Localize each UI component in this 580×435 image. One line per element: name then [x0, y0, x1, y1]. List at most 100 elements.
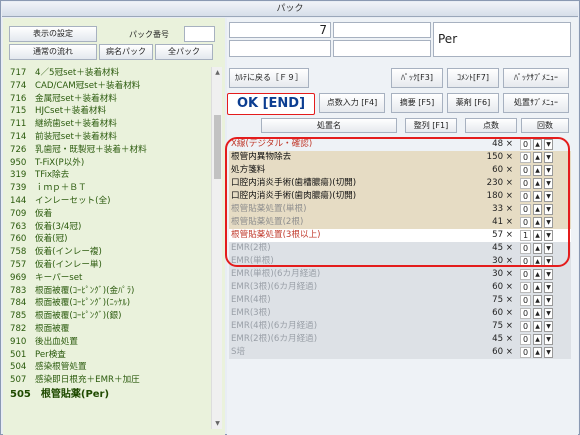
pack-list-item[interactable]: 726 乳歯冠・既製冠＋装着＋材料	[6, 144, 210, 157]
diagnosis-field[interactable]: Per	[433, 22, 571, 57]
treatment-submenu-button[interactable]: 処置ｻﾌﾞﾒﾆｭｰ	[503, 93, 569, 113]
all-pack-button[interactable]: 全パック	[155, 44, 213, 60]
treatment-count[interactable]: 0	[520, 347, 531, 358]
disease-pack-button[interactable]: 病名パック	[99, 44, 153, 60]
pack-list-item[interactable]: 950 T-FiX(P以外)	[6, 157, 210, 170]
pack-list-item[interactable]: 782 根面被覆	[6, 323, 210, 336]
pack-list-item[interactable]: 758 仮着(インレー複)	[6, 246, 210, 259]
window-title: パック	[2, 2, 578, 17]
treatment-row[interactable]: EMR(3根)(6カ月経過) 60 × 0 ▲ ▼	[229, 281, 571, 294]
header-count: 回数	[521, 118, 569, 133]
pack-list-item[interactable]: 504 感染根管処置	[6, 361, 210, 374]
treatment-name: EMR(2根)(6カ月経過)	[231, 334, 318, 344]
top-field-blank-1[interactable]	[229, 40, 331, 57]
pack-list-item[interactable]: 783 根面被覆(ｺｰﾋﾟﾝｸﾞ)(金ﾊﾟﾗ)	[6, 285, 210, 298]
pack-list-item[interactable]: 717 4／5冠set＋装着材料	[6, 67, 210, 80]
decrement-icon[interactable]: ▼	[544, 282, 553, 293]
pack-list-item[interactable]: 763 仮着(3/4冠)	[6, 221, 210, 234]
pack-list-item[interactable]: 319 TFix除去	[6, 169, 210, 182]
treatment-points: 45 ×	[492, 334, 513, 344]
pack-list-item[interactable]: 760 仮着(冠)	[6, 233, 210, 246]
treatment-count[interactable]: 0	[520, 308, 531, 319]
pack-f3-button[interactable]: ﾊﾟｯｸ[F3]	[391, 68, 443, 88]
treatment-row[interactable]: EMR(4根) 75 × 0 ▲ ▼	[229, 294, 571, 307]
treatment-row[interactable]: S培 60 × 0 ▲ ▼	[229, 346, 571, 359]
pack-list-item[interactable]: 774 CAD/CAM冠set＋装着材料	[6, 80, 210, 93]
highlight-frame	[225, 137, 570, 267]
treatment-row[interactable]: EMR(単根)(6カ月経過) 30 × 0 ▲ ▼	[229, 268, 571, 281]
pack-list-item[interactable]: 709 仮着	[6, 208, 210, 221]
increment-icon[interactable]: ▲	[533, 334, 542, 345]
increment-icon[interactable]: ▲	[533, 282, 542, 293]
treatment-name: EMR(単根)(6カ月経過)	[231, 269, 321, 279]
pack-list-item[interactable]: 715 HJCset＋装着材料	[6, 105, 210, 118]
treatment-name: EMR(4根)	[231, 295, 271, 305]
increment-icon[interactable]: ▲	[533, 321, 542, 332]
decrement-icon[interactable]: ▼	[544, 295, 553, 306]
treatment-points: 75 ×	[492, 295, 513, 305]
treatment-row[interactable]: EMR(3根) 60 × 0 ▲ ▼	[229, 307, 571, 320]
sort-f1-button[interactable]: 整列 [F1]	[405, 118, 457, 133]
ok-end-button[interactable]: OK [END]	[227, 93, 315, 115]
drug-f6-button[interactable]: 薬剤 [F6]	[447, 93, 499, 113]
decrement-icon[interactable]: ▼	[544, 308, 553, 319]
pack-list-item[interactable]: 501 Per検査	[6, 349, 210, 362]
pack-list-item[interactable]: 714 前装冠set＋装着材料	[6, 131, 210, 144]
comment-f7-button[interactable]: ｺﾒﾝﾄ[F7]	[447, 68, 499, 88]
pack-list-scrollbar[interactable]: ▲ ▼	[211, 67, 222, 429]
display-settings-button[interactable]: 表示の設定	[9, 26, 97, 42]
increment-icon[interactable]: ▲	[533, 347, 542, 358]
points-input-f4-button[interactable]: 点数入力 [F4]	[319, 93, 385, 113]
pack-submenu-button[interactable]: ﾊﾟｯｸｻﾌﾞﾒﾆｭｰ	[503, 68, 569, 88]
scroll-up-icon[interactable]: ▲	[213, 68, 222, 77]
pack-number-input[interactable]	[184, 26, 215, 42]
treatment-points: 60 ×	[492, 308, 513, 318]
pack-list-item[interactable]: 507 感染即日根充＋EMR＋加圧	[6, 374, 210, 387]
treatment-count[interactable]: 0	[520, 269, 531, 280]
treatment-row[interactable]: EMR(2根)(6カ月経過) 45 × 0 ▲ ▼	[229, 333, 571, 346]
increment-icon[interactable]: ▲	[533, 308, 542, 319]
treatment-name: S培	[231, 347, 246, 357]
pack-list-item[interactable]: 711 継続歯set＋装着材料	[6, 118, 210, 131]
treatment-points: 75 ×	[492, 321, 513, 331]
pack-list-item[interactable]: 969 キーパーset	[6, 272, 210, 285]
grid-header: 処置名 整列 [F1] 点数 回数	[229, 118, 569, 134]
scroll-down-icon[interactable]: ▼	[213, 419, 222, 428]
pack-list: 717 4／5冠set＋装着材料 774 CAD/CAM冠set＋装着材料 716 …	[6, 67, 210, 429]
treatment-count[interactable]: 0	[520, 321, 531, 332]
treatment-row[interactable]: EMR(4根)(6カ月経過) 75 × 0 ▲ ▼	[229, 320, 571, 333]
increment-icon[interactable]: ▲	[533, 295, 542, 306]
treatment-name: EMR(4根)(6カ月経過)	[231, 321, 318, 331]
treatment-count[interactable]: 0	[520, 295, 531, 306]
pack-list-item[interactable]: 716 金属冠set＋装着材料	[6, 93, 210, 106]
decrement-icon[interactable]: ▼	[544, 334, 553, 345]
return-to-chart-button[interactable]: ｶﾙﾃに戻る［Ｆ９］	[229, 68, 309, 88]
pack-window: パック 表示の設定 通常の流れ 病名パック 全パック パック番号 717 4／5…	[0, 0, 580, 435]
pack-list-item[interactable]: 505 根管貼薬(Per)	[6, 387, 210, 403]
header-points: 点数	[465, 118, 517, 133]
pack-list-item[interactable]: 144 インレーセット(全)	[6, 195, 210, 208]
header-treatment-name[interactable]: 処置名	[261, 118, 397, 133]
top-field-blank-3[interactable]	[333, 40, 431, 57]
summary-f5-button[interactable]: 摘要 [F5]	[391, 93, 443, 113]
treatment-points: 60 ×	[492, 282, 513, 292]
treatment-count[interactable]: 0	[520, 282, 531, 293]
treatment-count[interactable]: 0	[520, 334, 531, 345]
pack-list-item[interactable]: 784 根面被覆(ｺｰﾋﾟﾝｸﾞ)(ﾆｯｹﾙ)	[6, 297, 210, 310]
top-field-blank-2[interactable]	[333, 22, 431, 38]
decrement-icon[interactable]: ▼	[544, 269, 553, 280]
treatment-points: 30 ×	[492, 269, 513, 279]
decrement-icon[interactable]: ▼	[544, 347, 553, 358]
pack-list-item[interactable]: 910 後出血処置	[6, 336, 210, 349]
pack-list-item[interactable]: 739 ｉｍｐ＋ＢＴ	[6, 182, 210, 195]
increment-icon[interactable]: ▲	[533, 269, 542, 280]
scrollbar-thumb[interactable]	[214, 115, 221, 179]
treatment-name: EMR(3根)(6カ月経過)	[231, 282, 318, 292]
tooth-number-field[interactable]: 7	[229, 22, 331, 38]
treatment-name: EMR(3根)	[231, 308, 271, 318]
treatment-points: 60 ×	[492, 347, 513, 357]
pack-list-item[interactable]: 757 仮着(インレー単)	[6, 259, 210, 272]
normal-flow-button[interactable]: 通常の流れ	[9, 44, 97, 60]
pack-list-item[interactable]: 785 根面被覆(ｺｰﾋﾟﾝｸﾞ)(銀)	[6, 310, 210, 323]
decrement-icon[interactable]: ▼	[544, 321, 553, 332]
